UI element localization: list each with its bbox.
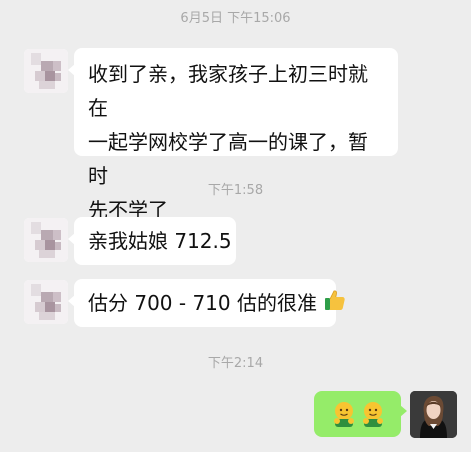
timestamp-1: 6月5日 下午15:06: [180, 11, 291, 26]
user-avatar[interactable]: [410, 391, 457, 438]
contact-avatar-2[interactable]: [24, 218, 68, 262]
timestamp-3: 下午2:14: [207, 356, 264, 371]
message-bubble-3[interactable]: 估分 700 - 710 估的很准: [68, 279, 346, 327]
message-1-line-1: 收到了亲，我家孩子上初三时就在: [88, 62, 368, 120]
contact-avatar-1[interactable]: [24, 49, 68, 93]
pixelated-avatar-icon: [24, 218, 68, 262]
message-3-text: 估分 700 - 710 估的很准: [88, 291, 317, 315]
user-photo-icon: [410, 391, 457, 438]
outgoing-message-bubble[interactable]: [314, 391, 407, 438]
hands-emoji-icon: [331, 400, 357, 438]
pixelated-avatar-icon: [24, 49, 68, 93]
pixelated-avatar-icon: [24, 280, 68, 324]
contact-avatar-3[interactable]: [24, 280, 68, 324]
hands-emoji-icon: [360, 400, 386, 438]
thumbs-up-icon: [323, 288, 347, 322]
message-2-text: 亲我姑娘 712.5: [88, 229, 232, 253]
message-bubble-2[interactable]: 亲我姑娘 712.5: [68, 217, 236, 265]
timestamp-2: 下午1:58: [207, 183, 264, 198]
message-bubble-1[interactable]: 收到了亲，我家孩子上初三时就在 一起学网校学了高一的课了，暂时 先不学了: [68, 48, 398, 222]
